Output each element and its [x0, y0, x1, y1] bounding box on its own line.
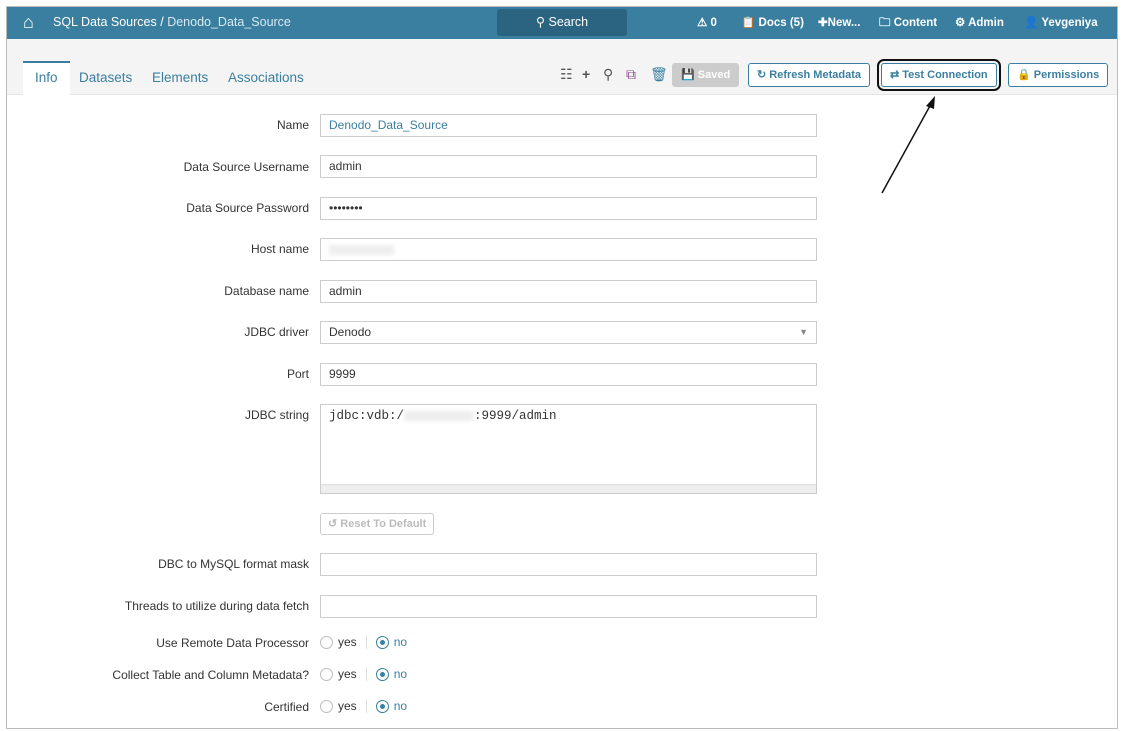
- annotation-arrow: [881, 96, 935, 194]
